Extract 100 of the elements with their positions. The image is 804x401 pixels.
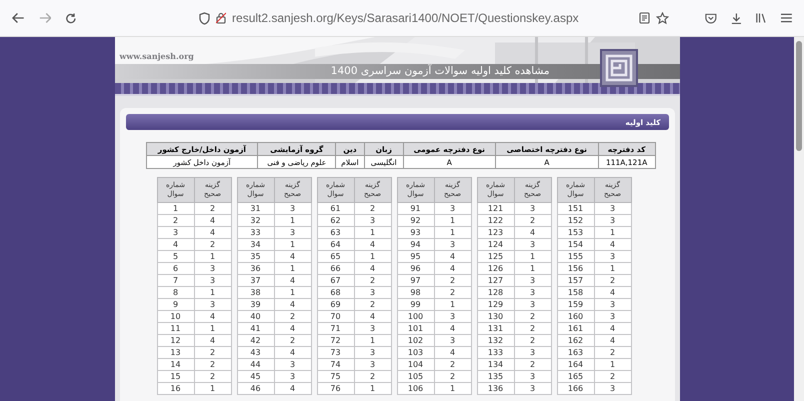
url-text: result2.sanjesh.org/Keys/Sarasari1400/NOET/Questionskey.aspx (232, 11, 579, 25)
table-cell: 2 (274, 310, 311, 322)
table-cell: 105 (397, 370, 434, 382)
table-cell: 4 (434, 262, 471, 274)
reload-icon[interactable] (65, 12, 78, 24)
table-cell: 72 (317, 334, 354, 346)
table-cell: 3 (594, 250, 631, 262)
table-cell: 4 (274, 382, 311, 394)
table-cell: 1 (594, 226, 631, 238)
table-cell: 160 (557, 310, 594, 322)
table-cell: 159 (557, 298, 594, 310)
lock-icon (216, 12, 226, 24)
table-cell: 101 (397, 322, 434, 334)
table-cell: 2 (194, 238, 231, 250)
table-cell: 34 (237, 238, 274, 250)
table-cell: 1 (194, 322, 231, 334)
table-cell: 4 (194, 334, 231, 346)
table-cell: 3 (514, 382, 551, 394)
table-cell: 161 (557, 322, 594, 334)
table-cell: 2 (274, 334, 311, 346)
table-cell: 3 (594, 214, 631, 226)
table-cell: 2 (194, 370, 231, 382)
table-cell: 157 (557, 274, 594, 286)
back-icon[interactable] (12, 12, 25, 24)
table-cell: 2 (434, 274, 471, 286)
address-bar[interactable]: result2.sanjesh.org/Keys/Sarasari1400/NOET/Questionskey.aspx (191, 4, 677, 32)
table-cell: 4 (594, 286, 631, 298)
table-cell: 4 (434, 322, 471, 334)
table-cell: 1 (514, 262, 551, 274)
table-cell: 9 (157, 298, 194, 310)
table-cell: 61 (317, 202, 354, 214)
table-cell: 3 (354, 214, 391, 226)
table-cell: 154 (557, 238, 594, 250)
table-cell: 13 (157, 346, 194, 358)
table-cell: 2 (354, 298, 391, 310)
table-cell: 73 (317, 346, 354, 358)
table-cell: 3 (194, 262, 231, 274)
table-cell: 3 (274, 202, 311, 214)
table-cell: 2 (594, 370, 631, 382)
table-cell: 131 (477, 322, 514, 334)
table-cell: 102 (397, 334, 434, 346)
table-cell: 1 (274, 214, 311, 226)
table-cell: 32 (237, 214, 274, 226)
scrollbar[interactable] (794, 37, 804, 401)
table-cell: 135 (477, 370, 514, 382)
table-cell: 123 (477, 226, 514, 238)
table-cell: 4 (354, 310, 391, 322)
table-cell: 4 (514, 226, 551, 238)
library-icon[interactable] (755, 12, 768, 24)
scrollbar-thumb[interactable] (796, 41, 802, 151)
table-cell: 1 (354, 334, 391, 346)
table-cell: 1 (594, 262, 631, 274)
download-icon[interactable] (730, 12, 742, 24)
table-cell: 4 (157, 238, 194, 250)
table-cell: 2 (514, 358, 551, 370)
table-cell: 93 (397, 226, 434, 238)
table-cell: 2 (514, 310, 551, 322)
table-cell: 163 (557, 346, 594, 358)
table-cell: 2 (354, 202, 391, 214)
table-cell: 62 (317, 214, 354, 226)
table-cell: 15 (157, 370, 194, 382)
table-cell: 132 (477, 334, 514, 346)
star-icon[interactable] (656, 12, 669, 24)
table-cell: 1 (194, 286, 231, 298)
table-cell: 133 (477, 346, 514, 358)
table-cell: 3 (594, 382, 631, 394)
page-title: مشاهده کلید اولیه سوالات آزمون سراسری 1400 (330, 64, 550, 79)
table-cell: 40 (237, 310, 274, 322)
table-cell: 3 (594, 298, 631, 310)
table-cell: 96 (397, 262, 434, 274)
table-cell: 97 (397, 274, 434, 286)
table-cell: 1 (354, 226, 391, 238)
menu-icon[interactable] (781, 13, 792, 23)
table-cell: 70 (317, 310, 354, 322)
table-cell: 6 (157, 262, 194, 274)
table-cell: 3 (434, 202, 471, 214)
pocket-icon[interactable] (704, 12, 717, 24)
table-cell: 3 (594, 202, 631, 214)
table-cell: 16 (157, 382, 194, 394)
site-address: www.sanjesh.org (120, 51, 194, 61)
table-cell: 2 (434, 358, 471, 370)
table-cell: 36 (237, 262, 274, 274)
table-cell: 98 (397, 286, 434, 298)
table-cell: 121 (477, 202, 514, 214)
logo-icon (600, 49, 638, 87)
table-cell: 125 (477, 250, 514, 262)
table-cell: 64 (317, 238, 354, 250)
table-cell: 43 (237, 346, 274, 358)
table-cell: 156 (557, 262, 594, 274)
table-cell: 1 (194, 382, 231, 394)
table-cell: 126 (477, 262, 514, 274)
table-cell: 42 (237, 334, 274, 346)
table-cell: 4 (274, 322, 311, 334)
table-cell: 38 (237, 286, 274, 298)
table-cell: 162 (557, 334, 594, 346)
table-cell: 39 (237, 298, 274, 310)
table-cell: 1 (354, 250, 391, 262)
table-cell: 2 (514, 322, 551, 334)
reader-view-icon[interactable] (638, 12, 650, 24)
table-cell: 4 (354, 238, 391, 250)
